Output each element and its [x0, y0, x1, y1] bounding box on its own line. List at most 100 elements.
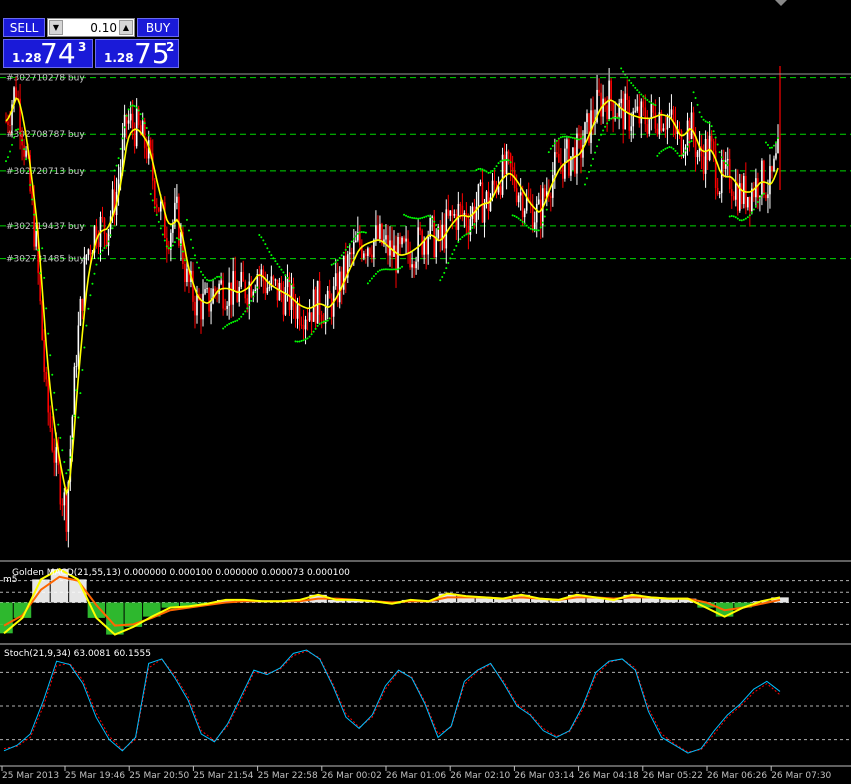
time-axis-label: 26 Mar 07:30 — [771, 771, 831, 780]
candle — [688, 117, 691, 152]
candle-body — [298, 303, 301, 325]
sar-dot — [537, 229, 540, 232]
candle-body — [186, 268, 188, 283]
sar-dot — [503, 159, 506, 162]
sar-dot — [376, 270, 379, 273]
candle — [592, 96, 594, 135]
sar-dot — [415, 217, 418, 220]
sar-dot — [382, 268, 385, 271]
candle-body — [81, 298, 84, 311]
chart-canvas[interactable]: #302710278 buy #302708787 buy #302720713 b… — [0, 0, 851, 781]
sar-dot — [105, 244, 108, 247]
candle-body — [427, 237, 429, 255]
buy-price-quote[interactable]: 1.28 75 2 — [95, 37, 179, 70]
candle-body — [306, 319, 309, 321]
sar-dot — [425, 215, 428, 218]
sar-dot — [583, 183, 586, 186]
candle-body — [224, 308, 226, 310]
sar-dot — [314, 327, 317, 330]
candle — [365, 249, 367, 264]
sar-dot — [646, 98, 649, 101]
sar-dot — [308, 335, 311, 338]
sar-dot — [575, 137, 578, 140]
candle-body — [246, 298, 249, 305]
sar-dot — [290, 283, 293, 286]
candle-body — [174, 202, 176, 224]
sar-dot — [59, 436, 62, 439]
sar-dot — [179, 243, 182, 246]
candle-body — [131, 113, 134, 129]
candle-body — [107, 229, 110, 246]
candle — [608, 67, 610, 121]
sar-dot — [370, 277, 373, 280]
sar-dot — [169, 246, 172, 249]
chart-shift-marker[interactable] — [775, 0, 787, 6]
sar-dot — [393, 268, 396, 271]
sar-dot — [453, 248, 456, 251]
sar-dot — [115, 164, 118, 167]
candle — [646, 110, 649, 138]
candle-body — [194, 301, 196, 316]
candle — [262, 265, 265, 294]
candle-body — [214, 288, 216, 292]
sar-dot — [282, 271, 285, 274]
sar-dot — [485, 170, 488, 173]
sar-dot — [672, 147, 675, 150]
sar-dot — [730, 215, 733, 218]
lot-decrease-button[interactable]: ▼ — [49, 20, 63, 35]
chart-window[interactable]: #302710278 buy #302708787 buy #302720713 b… — [0, 0, 851, 781]
candle — [614, 101, 616, 122]
sar-dot — [310, 333, 313, 336]
sar-dot — [513, 215, 516, 218]
sar-dot — [555, 139, 558, 142]
candle — [628, 96, 631, 139]
candle — [728, 148, 731, 194]
candle — [256, 269, 259, 303]
candle-body — [716, 187, 719, 194]
sar-dot — [553, 142, 556, 145]
candle — [318, 271, 321, 325]
candle — [294, 293, 297, 328]
candle — [300, 316, 303, 329]
one-click-trading-panel: SELL ▼ ▲ BUY 1.28 74 3 1.28 75 2 — [3, 18, 179, 70]
sar-dot — [666, 146, 669, 149]
candle-body — [363, 253, 365, 258]
sar-dot — [475, 168, 478, 171]
lot-size-control: ▼ ▲ — [47, 18, 135, 37]
candle-body — [65, 492, 68, 532]
candle — [103, 217, 106, 248]
candle — [312, 279, 315, 322]
candle-body — [612, 101, 614, 120]
candle — [411, 251, 413, 278]
sar-dot — [407, 215, 410, 218]
sar-dot — [722, 159, 725, 162]
candle — [610, 78, 612, 112]
candle — [166, 226, 168, 263]
buy-button[interactable]: BUY — [137, 18, 179, 37]
candle-body — [206, 288, 208, 290]
sar-dot — [439, 279, 442, 282]
sar-dot — [167, 247, 170, 250]
lot-increase-button[interactable]: ▲ — [119, 20, 133, 35]
candle-body — [503, 154, 506, 174]
sar-dot — [185, 218, 188, 221]
candle — [242, 260, 245, 282]
candle-body — [240, 271, 243, 287]
candle-body — [632, 111, 635, 127]
sar-dot — [266, 247, 269, 250]
sar-dot — [660, 150, 663, 153]
sar-dot — [636, 89, 639, 92]
sar-dot — [322, 320, 325, 323]
candle-body — [143, 120, 146, 149]
sar-dot — [776, 137, 779, 140]
sell-price-quote[interactable]: 1.28 74 3 — [3, 37, 93, 70]
sell-button[interactable]: SELL — [3, 18, 45, 37]
candle-body — [348, 252, 351, 255]
macd-sub-label: m5 — [3, 575, 18, 585]
sar-dot — [734, 216, 737, 219]
candle — [483, 198, 486, 238]
sar-dot — [499, 160, 502, 163]
sar-dot — [147, 134, 150, 137]
sar-dot — [242, 313, 245, 316]
lot-size-input[interactable] — [65, 20, 117, 35]
